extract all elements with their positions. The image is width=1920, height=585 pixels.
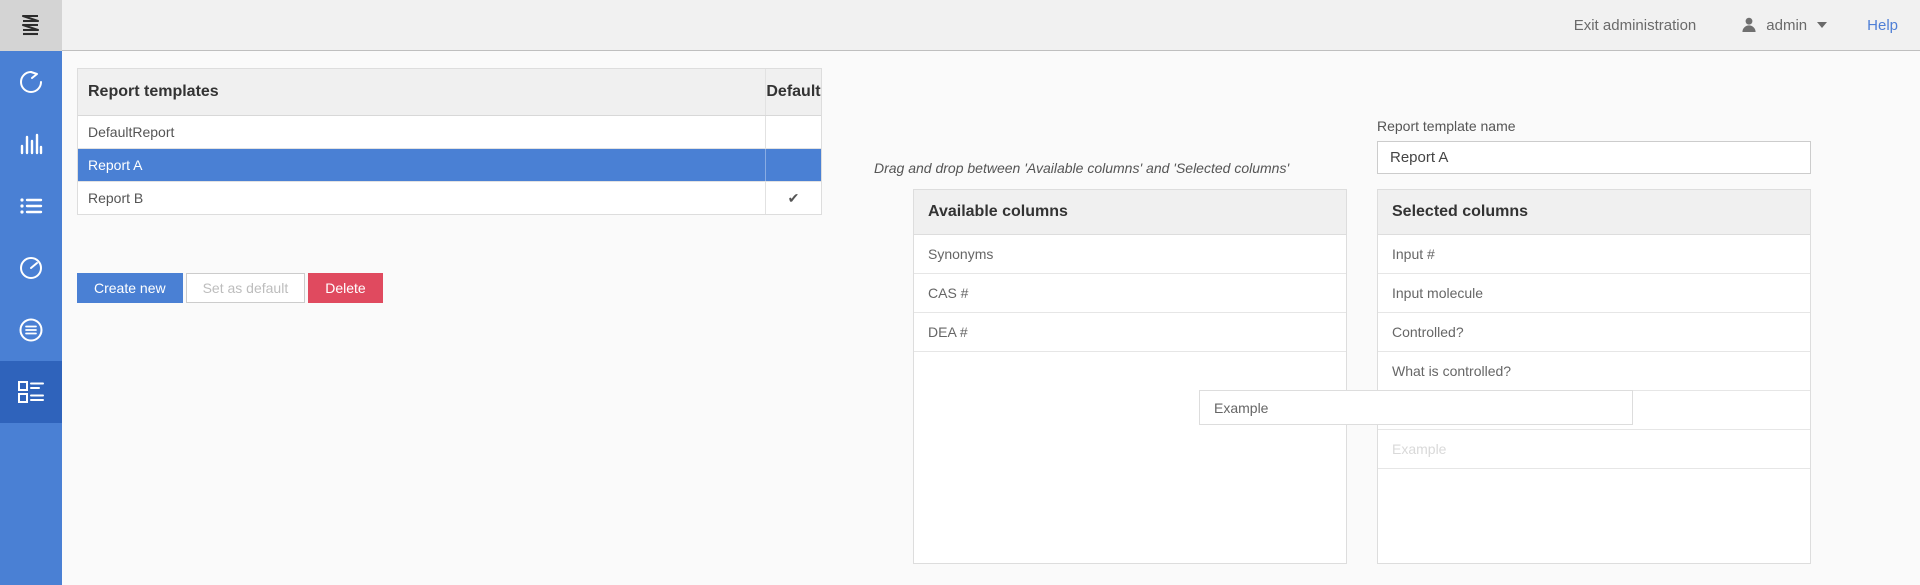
help-link[interactable]: Help [1867, 17, 1898, 34]
rail-item-refresh[interactable] [0, 51, 62, 113]
clock-icon [20, 257, 42, 279]
stacked-s-logo-icon [21, 14, 40, 35]
list-item[interactable]: Input molecule [1378, 274, 1810, 313]
selected-columns-panel: Selected columns Input # Input molecule … [1377, 189, 1811, 564]
template-name: Report B [78, 182, 766, 214]
set-as-default-button[interactable]: Set as default [185, 273, 306, 303]
report-templates-table: Report templates Default DefaultReport R… [77, 68, 822, 215]
user-menu[interactable]: admin [1740, 16, 1828, 34]
table-row[interactable]: DefaultReport [78, 116, 821, 149]
main-content: Report templates Default DefaultReport R… [62, 52, 1920, 585]
list-icon [20, 198, 43, 214]
default-marker [766, 149, 821, 181]
table-row[interactable]: Report B ✔ [78, 182, 821, 214]
report-layout-icon [18, 381, 44, 403]
user-name-label: admin [1766, 16, 1808, 34]
drag-drop-hint: Drag and drop between 'Available columns… [874, 160, 1290, 176]
rail-item-history[interactable] [0, 237, 62, 299]
drag-ghost-item[interactable]: Example [1199, 390, 1633, 425]
app-root: Exit administration admin Help Report te… [0, 0, 1920, 585]
table-header-row: Report templates Default [78, 69, 821, 116]
table-row[interactable]: Report A [78, 149, 821, 182]
rail-item-charts[interactable] [0, 113, 62, 175]
list-item[interactable]: CAS # [914, 274, 1346, 313]
available-columns-panel: Available columns Synonyms CAS # DEA # [913, 189, 1347, 564]
template-name: Report A [78, 149, 766, 181]
available-columns-list: Synonyms CAS # DEA # [914, 235, 1346, 352]
template-name: DefaultReport [78, 116, 766, 148]
selected-columns-list: Input # Input molecule Controlled? What … [1378, 235, 1810, 469]
rail-item-list[interactable] [0, 175, 62, 237]
available-columns-title: Available columns [914, 190, 1346, 235]
top-bar: Exit administration admin Help [62, 0, 1920, 51]
list-item[interactable]: Controlled? [1378, 313, 1810, 352]
left-nav-rail [0, 0, 62, 585]
rail-item-documents[interactable] [0, 299, 62, 361]
template-actions: Create new Set as default Delete [77, 273, 383, 303]
report-template-name-input[interactable] [1377, 141, 1811, 174]
list-item[interactable]: What is controlled? [1378, 352, 1810, 391]
list-item-drag-placeholder[interactable]: Example [1378, 430, 1810, 469]
app-logo[interactable] [0, 0, 62, 51]
list-item[interactable]: Synonyms [914, 235, 1346, 274]
list-item[interactable]: DEA # [914, 313, 1346, 352]
create-new-button[interactable]: Create new [77, 273, 183, 303]
selected-columns-title: Selected columns [1378, 190, 1810, 235]
refresh-circle-icon [20, 71, 42, 93]
bar-chart-icon [20, 133, 43, 155]
column-header-name: Report templates [78, 69, 766, 115]
exit-administration-link[interactable]: Exit administration [1574, 17, 1697, 34]
user-avatar-icon [1742, 17, 1756, 32]
rail-item-report-templates[interactable] [0, 361, 62, 423]
document-circle-icon [19, 318, 43, 342]
default-marker [766, 116, 821, 148]
rail-item-list [0, 51, 62, 423]
chevron-down-icon [1817, 22, 1828, 28]
column-header-default: Default [766, 83, 821, 100]
list-item[interactable]: Input # [1378, 235, 1810, 274]
report-template-name-label: Report template name [1377, 118, 1516, 134]
default-marker: ✔ [787, 190, 800, 206]
delete-button[interactable]: Delete [308, 273, 383, 303]
